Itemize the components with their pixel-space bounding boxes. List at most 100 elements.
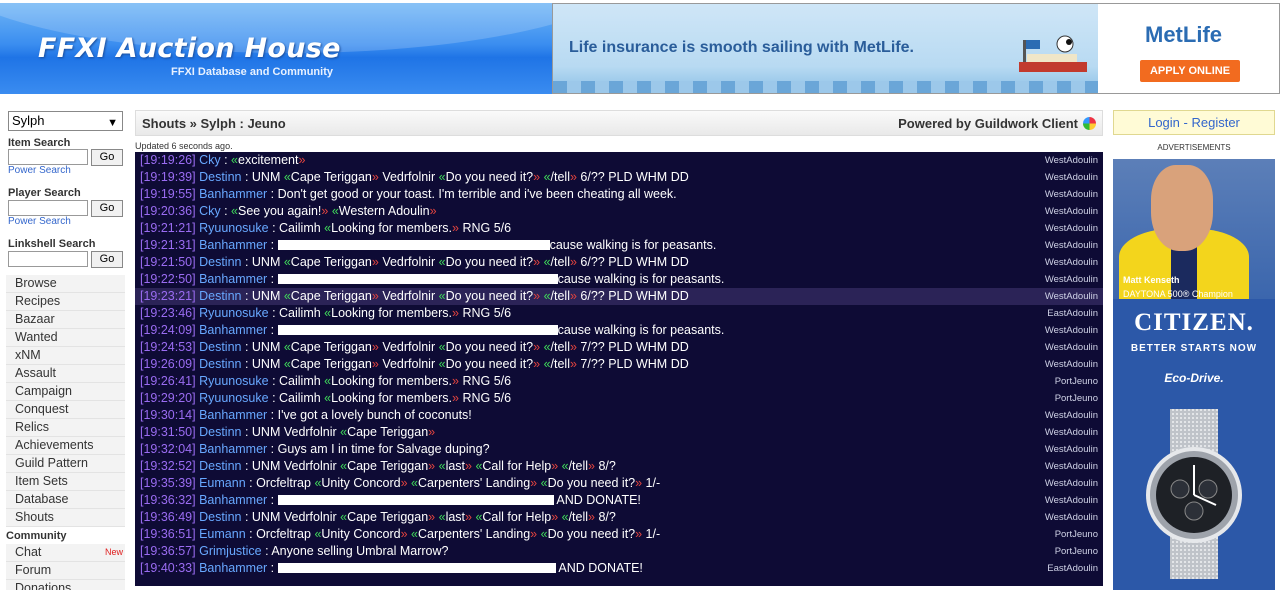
sidebar-item-relics[interactable]: Relics bbox=[6, 419, 125, 437]
shout-player-name[interactable]: Destinn bbox=[199, 510, 241, 524]
sidebar-item-guild-pattern[interactable]: Guild Pattern bbox=[6, 455, 125, 473]
sidebar-item-donations[interactable]: Donations bbox=[6, 580, 125, 590]
auto-translate-text: Do you need it? bbox=[445, 340, 534, 354]
auto-translate-text: /tell bbox=[550, 357, 570, 371]
shout-player-name[interactable]: Ryuunosuke bbox=[199, 374, 269, 388]
shout-player-name[interactable]: Eumann bbox=[199, 476, 246, 490]
apply-online-button[interactable]: APPLY ONLINE bbox=[1140, 60, 1240, 82]
new-badge: New bbox=[104, 547, 123, 557]
shout-timestamp: [19:36:57] bbox=[140, 544, 196, 558]
shout-timestamp: [19:32:04] bbox=[140, 442, 196, 456]
auto-translate-close-icon: » bbox=[569, 340, 577, 354]
sidebar-item-achievements[interactable]: Achievements bbox=[6, 437, 125, 455]
shout-player-name[interactable]: Destinn bbox=[199, 459, 241, 473]
site-logo[interactable]: FFXI Auction House FFXI Database and Com… bbox=[0, 3, 552, 94]
eco-drive-logo: Eco-Drive. bbox=[1164, 371, 1224, 385]
sidebar-item-database[interactable]: Database bbox=[6, 491, 125, 509]
auto-translate-open-icon: « bbox=[411, 476, 418, 490]
shout-player-name[interactable]: Destinn bbox=[199, 425, 241, 439]
shout-player-name[interactable]: Grimjustice bbox=[199, 544, 262, 558]
shout-text: 6/?? PLD WHM DD bbox=[576, 170, 689, 184]
shout-zone: WestAdoulin bbox=[1044, 274, 1098, 285]
server-select[interactable]: Sylph ▼ bbox=[8, 111, 123, 131]
shout-row: [19:30:14] Banhammer : I've got a lovely… bbox=[135, 407, 1103, 424]
sidebar-item-wanted[interactable]: Wanted bbox=[6, 329, 125, 347]
auto-translate-open-icon: « bbox=[411, 527, 418, 541]
sidebar-item-bazaar[interactable]: Bazaar bbox=[6, 311, 125, 329]
sidebar-item-forum[interactable]: Forum bbox=[6, 562, 125, 580]
shout-player-name[interactable]: Banhammer bbox=[199, 272, 267, 286]
linkshell-search-input[interactable] bbox=[8, 251, 88, 267]
auto-translate-text: last bbox=[445, 510, 466, 524]
auto-translate-phrase: «Do you need it?» bbox=[439, 357, 540, 371]
citizen-brand: CITIZEN. bbox=[1134, 309, 1254, 336]
auto-translate-phrase: «excitement» bbox=[231, 153, 305, 167]
auto-translate-phrase: «Cape Teriggan» bbox=[284, 357, 379, 371]
sidebar-item-label: Donations bbox=[15, 581, 72, 590]
shout-player-name[interactable]: Banhammer bbox=[199, 323, 267, 337]
linkshell-search-go-button[interactable]: Go bbox=[91, 251, 123, 268]
sidebar-item-conquest[interactable]: Conquest bbox=[6, 401, 125, 419]
shout-player-name[interactable]: Banhammer bbox=[199, 561, 267, 575]
sidebar-item-chat[interactable]: Chat New bbox=[6, 544, 125, 562]
shout-player-name[interactable]: Ryuunosuke bbox=[199, 221, 269, 235]
shout-player-name[interactable]: Destinn bbox=[199, 289, 241, 303]
shout-text: : UNM bbox=[241, 255, 284, 269]
player-power-search-link[interactable]: Power Search bbox=[8, 216, 71, 227]
login-register-box: Login - Register bbox=[1113, 110, 1275, 135]
shout-player-name[interactable]: Destinn bbox=[199, 357, 241, 371]
ad-person-name: Matt Kenseth bbox=[1123, 275, 1180, 285]
shout-log[interactable]: [19:19:26] Cky : «excitement» WestAdoulin… bbox=[135, 152, 1103, 586]
sidebar-item-assault[interactable]: Assault bbox=[6, 365, 125, 383]
page-header-bar: Shouts » Sylph : Jeuno Powered by Guildw… bbox=[135, 110, 1103, 136]
player-search-input[interactable] bbox=[8, 200, 88, 216]
player-search-go-button[interactable]: Go bbox=[91, 200, 123, 217]
shout-text: RNG 5/6 bbox=[458, 221, 512, 235]
banner-ad[interactable]: Life insurance is smooth sailing with Me… bbox=[552, 3, 1280, 94]
shout-player-name[interactable]: Eumann bbox=[199, 527, 246, 541]
shout-player-name[interactable]: Ryuunosuke bbox=[199, 391, 269, 405]
auto-translate-text: Do you need it? bbox=[445, 357, 534, 371]
login-link[interactable]: Login bbox=[1148, 115, 1180, 130]
item-search-go-button[interactable]: Go bbox=[91, 149, 123, 166]
shout-timestamp: [19:24:09] bbox=[140, 323, 196, 337]
item-power-search-link[interactable]: Power Search bbox=[8, 165, 71, 176]
auto-translate-text: Western Adoulin bbox=[338, 204, 430, 218]
shout-player-name[interactable]: Banhammer bbox=[199, 442, 267, 456]
auto-translate-open-icon: « bbox=[438, 459, 446, 473]
shout-player-name[interactable]: Destinn bbox=[199, 255, 241, 269]
auto-translate-text: Carpenters' Landing bbox=[417, 476, 531, 490]
shout-player-name[interactable]: Cky bbox=[199, 153, 221, 167]
shout-player-name[interactable]: Banhammer bbox=[199, 238, 267, 252]
shout-text: Vedrfolnir bbox=[378, 357, 439, 371]
powered-by-link[interactable]: Powered by Guildwork Client bbox=[898, 116, 1078, 131]
auto-translate-open-icon: « bbox=[543, 357, 551, 371]
shout-player-name[interactable]: Banhammer bbox=[199, 408, 267, 422]
sidebar-item-campaign[interactable]: Campaign bbox=[6, 383, 125, 401]
redacted-block bbox=[277, 274, 558, 284]
auto-translate-open-icon: « bbox=[331, 204, 339, 218]
shout-timestamp: [19:21:31] bbox=[140, 238, 196, 252]
shout-player-name[interactable]: Destinn bbox=[199, 340, 241, 354]
sidebar-item-item-sets[interactable]: Item Sets bbox=[6, 473, 125, 491]
shout-row: [19:26:41] Ryuunosuke : Cailimh «Looking… bbox=[135, 373, 1103, 390]
shout-zone: EastAdoulin bbox=[1047, 308, 1098, 319]
shout-player-name[interactable]: Cky bbox=[199, 204, 221, 218]
sidebar-item-browse[interactable]: Browse bbox=[6, 275, 125, 293]
citizen-side-ad[interactable]: Matt Kenseth DAYTONA 500® Champion CITIZ… bbox=[1113, 159, 1275, 590]
server-select-value: Sylph bbox=[12, 113, 45, 128]
shout-player-name[interactable]: Banhammer bbox=[199, 493, 267, 507]
shout-player-name[interactable]: Banhammer bbox=[199, 187, 267, 201]
register-link[interactable]: Register bbox=[1191, 115, 1239, 130]
shout-text: 1/- bbox=[642, 476, 661, 490]
shout-player-name[interactable]: Destinn bbox=[199, 170, 241, 184]
shout-player-name[interactable]: Ryuunosuke bbox=[199, 306, 269, 320]
auto-translate-text: Cape Teriggan bbox=[290, 340, 372, 354]
sidebar-item-recipes[interactable]: Recipes bbox=[6, 293, 125, 311]
sidebar-item-xnm[interactable]: xNM bbox=[6, 347, 125, 365]
sidebar-item-shouts[interactable]: Shouts bbox=[6, 509, 125, 527]
item-search-label: Item Search bbox=[8, 137, 71, 149]
auto-translate-phrase: «Cape Teriggan» bbox=[284, 170, 379, 184]
shout-zone: WestAdoulin bbox=[1044, 478, 1098, 489]
item-search-input[interactable] bbox=[8, 149, 88, 165]
